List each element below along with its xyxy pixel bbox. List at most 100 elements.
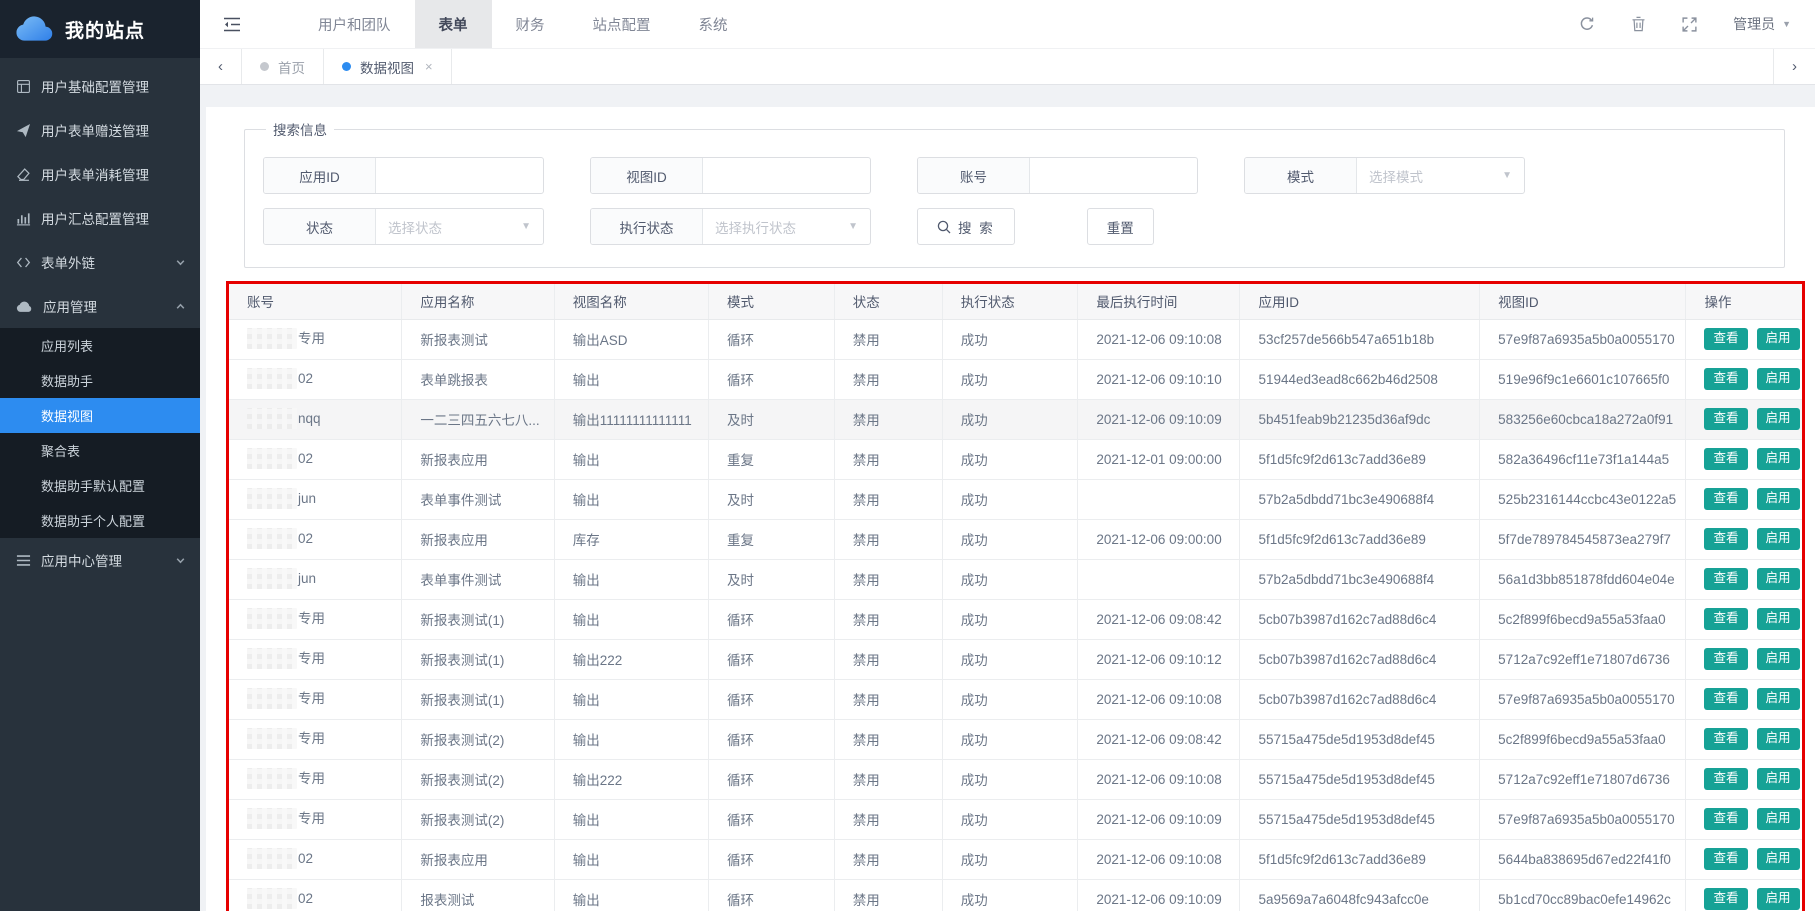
view-button[interactable]: 查看	[1704, 368, 1747, 390]
cell-status: 禁用	[834, 359, 942, 399]
select-value[interactable]: 选择执行状态▼	[703, 209, 870, 244]
nav-tab-2[interactable]: 财务	[492, 0, 569, 48]
cell-last-time: 2021-12-06 09:10:12	[1078, 639, 1240, 679]
enable-button[interactable]: 启用	[1757, 848, 1800, 870]
enable-button[interactable]: 启用	[1757, 768, 1800, 790]
account-text: jun	[298, 571, 316, 586]
content-card: 搜索信息 应用ID视图ID账号模式选择模式▼ 状态选择状态▼执行状态选择执行状态…	[206, 107, 1815, 911]
trash-icon[interactable]	[1631, 16, 1646, 32]
input-field-账号[interactable]: 账号	[917, 157, 1198, 194]
enable-button[interactable]: 启用	[1757, 328, 1800, 350]
sidebar-subitem-5[interactable]: 数据助手个人配置	[0, 503, 200, 538]
sidebar-item-label: 用户汇总配置管理	[41, 208, 149, 228]
sidebar-subitem-2[interactable]: 数据视图	[0, 398, 200, 433]
cell-app-id: 5a9569a7a6048fc943afcc0e	[1240, 879, 1480, 911]
column-header-7: 应用ID	[1240, 284, 1480, 319]
page-tab-1[interactable]: 数据视图×	[324, 49, 452, 84]
cell-view-name: 输出	[554, 799, 708, 839]
select-field-模式[interactable]: 模式选择模式▼	[1244, 157, 1525, 194]
select-field-状态[interactable]: 状态选择状态▼	[263, 208, 544, 245]
text-input[interactable]	[703, 158, 870, 193]
enable-button[interactable]: 启用	[1757, 528, 1800, 550]
enable-button[interactable]: 启用	[1757, 808, 1800, 830]
account-text: 02	[298, 891, 313, 906]
account-text: 专用	[298, 651, 325, 666]
close-icon[interactable]: ×	[425, 59, 433, 74]
input-field-应用ID[interactable]: 应用ID	[263, 157, 544, 194]
text-input[interactable]	[376, 158, 543, 193]
enable-button[interactable]: 启用	[1757, 888, 1800, 910]
nav-tab-1[interactable]: 表单	[415, 0, 492, 48]
column-header-6: 最后执行时间	[1078, 284, 1240, 319]
nav-tab-3[interactable]: 站点配置	[569, 0, 675, 48]
enable-button[interactable]: 启用	[1757, 728, 1800, 750]
user-menu[interactable]: 管理员 ▼	[1733, 14, 1791, 34]
cell-last-time	[1078, 479, 1240, 519]
refresh-icon[interactable]	[1579, 16, 1595, 32]
nav-tab-4[interactable]: 系统	[675, 0, 752, 48]
view-button[interactable]: 查看	[1704, 528, 1747, 550]
view-button[interactable]: 查看	[1704, 808, 1747, 830]
view-button[interactable]: 查看	[1704, 608, 1747, 630]
view-button[interactable]: 查看	[1704, 768, 1747, 790]
view-button[interactable]: 查看	[1704, 488, 1747, 510]
cell-mode: 循环	[708, 639, 834, 679]
view-button[interactable]: 查看	[1704, 648, 1747, 670]
enable-button[interactable]: 启用	[1757, 408, 1800, 430]
fullscreen-icon[interactable]	[1682, 17, 1697, 32]
view-button[interactable]: 查看	[1704, 448, 1747, 470]
sidebar-item-5[interactable]: 应用管理	[0, 284, 200, 328]
cell-view-id: 5644ba838695d67ed22f41f0	[1480, 839, 1686, 879]
enable-button[interactable]: 启用	[1757, 608, 1800, 630]
menu-icon	[16, 553, 31, 568]
table-row-11: 专用新报表测试(2)输出222循环禁用成功2021-12-06 09:10:08…	[229, 759, 1802, 799]
sidebar-item-0[interactable]: 用户基础配置管理	[0, 64, 200, 108]
enable-button[interactable]: 启用	[1757, 488, 1800, 510]
enable-button[interactable]: 启用	[1757, 648, 1800, 670]
view-button[interactable]: 查看	[1704, 328, 1747, 350]
sidebar-item-4[interactable]: 表单外链	[0, 240, 200, 284]
select-field-执行状态[interactable]: 执行状态选择执行状态▼	[590, 208, 871, 245]
sidebar-item-6[interactable]: 应用中心管理	[0, 538, 200, 582]
enable-button[interactable]: 启用	[1757, 368, 1800, 390]
cell-app-name: 新报表测试(2)	[402, 799, 554, 839]
sidebar-item-2[interactable]: 用户表单消耗管理	[0, 152, 200, 196]
cell-view-id: 582a36496cf11e73f1a144a5	[1480, 439, 1686, 479]
enable-button[interactable]: 启用	[1757, 568, 1800, 590]
cell-view-name: 输出	[554, 719, 708, 759]
tabs-scroll-left-icon[interactable]: ‹	[200, 49, 242, 84]
select-value[interactable]: 选择状态▼	[376, 209, 543, 244]
enable-button[interactable]: 启用	[1757, 688, 1800, 710]
input-field-视图ID[interactable]: 视图ID	[590, 157, 871, 194]
sidebar-subitem-0[interactable]: 应用列表	[0, 328, 200, 363]
page-tab-bar: ‹ 首页数据视图× ›	[200, 48, 1815, 85]
column-header-2: 视图名称	[554, 284, 708, 319]
account-text: nqq	[298, 411, 321, 426]
search-button[interactable]: 搜 索	[917, 208, 1015, 245]
cell-app-name: 一二三四五六七八...	[402, 399, 554, 439]
select-value[interactable]: 选择模式▼	[1357, 158, 1524, 193]
sidebar-subitem-1[interactable]: 数据助手	[0, 363, 200, 398]
view-button[interactable]: 查看	[1704, 568, 1747, 590]
page-tab-0[interactable]: 首页	[242, 49, 324, 84]
cell-mode: 循环	[708, 799, 834, 839]
nav-tab-0[interactable]: 用户和团队	[294, 0, 415, 48]
sidebar-item-1[interactable]: 用户表单赠送管理	[0, 108, 200, 152]
tabs-scroll-right-icon[interactable]: ›	[1773, 49, 1815, 84]
enable-button[interactable]: 启用	[1757, 448, 1800, 470]
cell-exec-status: 成功	[942, 839, 1078, 879]
sidebar-subitem-3[interactable]: 聚合表	[0, 433, 200, 468]
view-button[interactable]: 查看	[1704, 728, 1747, 750]
sidebar-item-3[interactable]: 用户汇总配置管理	[0, 196, 200, 240]
sidebar-subitem-4[interactable]: 数据助手默认配置	[0, 468, 200, 503]
view-button[interactable]: 查看	[1704, 408, 1747, 430]
cell-app-id: 5cb07b3987d162c7ad88d6c4	[1240, 639, 1480, 679]
view-button[interactable]: 查看	[1704, 848, 1747, 870]
sidebar-collapse-icon[interactable]	[212, 0, 252, 48]
sidebar-menu: 用户基础配置管理用户表单赠送管理用户表单消耗管理用户汇总配置管理表单外链应用管理…	[0, 58, 200, 582]
view-button[interactable]: 查看	[1704, 888, 1747, 910]
cell-app-id: 5f1d5fc9f2d613c7add36e89	[1240, 519, 1480, 559]
reset-button[interactable]: 重置	[1087, 208, 1154, 245]
text-input[interactable]	[1030, 158, 1197, 193]
view-button[interactable]: 查看	[1704, 688, 1747, 710]
